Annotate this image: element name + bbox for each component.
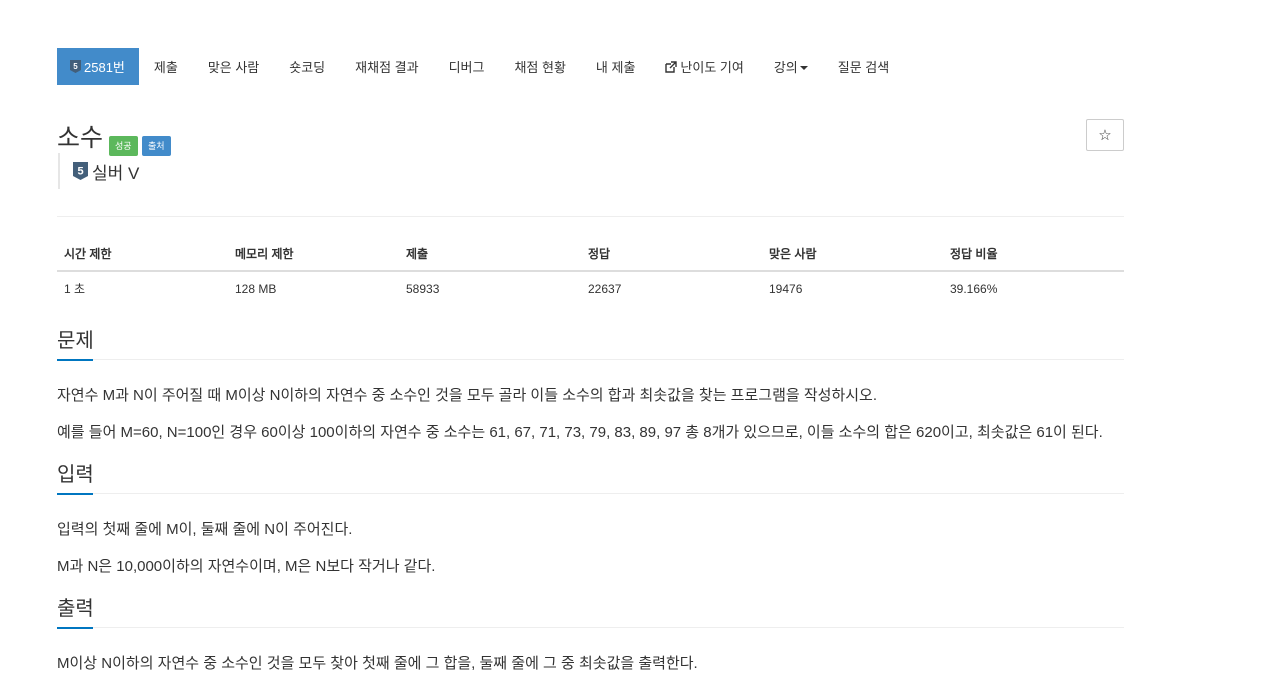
nav-submit-label: 제출 xyxy=(153,60,178,75)
nav-problem-number-label: 2581번 xyxy=(84,60,125,75)
nav-judge-status-label: 채점 현황 xyxy=(514,60,566,75)
input-heading-row: 입력 xyxy=(57,461,1124,495)
problem-title: 소수 xyxy=(57,124,104,152)
nav-difficulty-contribution[interactable]: 난이도 기여 xyxy=(650,48,758,85)
nav-debug-label: 디버그 xyxy=(448,60,485,75)
cell-time-limit: 1 초 xyxy=(64,282,86,296)
favorite-star-button[interactable]: ☆ xyxy=(1086,119,1124,151)
header-accepted-users: 맞은 사람 xyxy=(762,237,943,272)
nav-accepted-users[interactable]: 맞은 사람 xyxy=(193,48,274,85)
nav-accepted-users-label: 맞은 사람 xyxy=(207,60,260,75)
source-label[interactable]: 출처 xyxy=(142,136,171,156)
nav-short-coding[interactable]: 숏코딩 xyxy=(274,48,340,85)
star-icon: ☆ xyxy=(1098,127,1112,144)
description-paragraph: 예를 들어 M=60, N=100인 경우 60이상 100이하의 자연수 중 … xyxy=(57,424,1103,441)
output-heading: 출력 xyxy=(57,598,94,620)
nav-judge-status[interactable]: 채점 현황 xyxy=(499,48,580,85)
problem-menu: 5 2581번 제출 맞은 사람 숏코딩 재채점 결과 디버그 채점 현황 내 … xyxy=(57,48,1124,85)
description-heading-row: 문제 xyxy=(57,327,1124,361)
main-content: 5 2581번 제출 맞은 사람 숏코딩 재채점 결과 디버그 채점 현황 내 … xyxy=(57,48,1124,674)
output-paragraph: M이상 N이하의 자연수 중 소수인 것을 모두 찾아 첫째 줄에 그 합을, … xyxy=(57,655,698,672)
nav-question-search[interactable]: 질문 검색 xyxy=(823,48,904,85)
nav-my-submissions-label: 내 제출 xyxy=(595,60,636,75)
problem-title-row: 소수 성공 출처 ☆ xyxy=(57,119,1124,157)
tier-silver-badge-icon: 5 xyxy=(73,162,88,180)
problem-info-table: 시간 제한 메모리 제한 제출 정답 맞은 사람 정답 비율 1 초 128 M… xyxy=(57,237,1124,305)
success-label: 성공 xyxy=(109,136,138,156)
cell-memory-limit: 128 MB xyxy=(235,281,277,296)
nav-difficulty-contribution-label: 난이도 기여 xyxy=(680,60,744,75)
header-memory-limit: 메모리 제한 xyxy=(228,237,399,272)
svg-text:5: 5 xyxy=(73,62,78,71)
nav-lectures-label: 강의 xyxy=(773,60,798,75)
cell-accepted: 22637 xyxy=(588,281,622,296)
header-accepted: 정답 xyxy=(581,237,762,272)
header-accept-ratio: 정답 비율 xyxy=(943,237,1124,272)
external-link-icon xyxy=(665,60,678,73)
nav-rejudge-results[interactable]: 재채점 결과 xyxy=(340,48,433,85)
table-header-row: 시간 제한 메모리 제한 제출 정답 맞은 사람 정답 비율 xyxy=(57,237,1124,272)
problem-tier: 5 실버 V xyxy=(58,153,1124,189)
nav-problem-number[interactable]: 5 2581번 xyxy=(57,48,139,85)
nav-question-search-label: 질문 검색 xyxy=(837,60,890,75)
nav-my-submissions[interactable]: 내 제출 xyxy=(581,48,651,85)
nav-short-coding-label: 숏코딩 xyxy=(289,60,326,75)
output-heading-row: 출력 xyxy=(57,595,1124,629)
heading-underline xyxy=(57,493,93,495)
nav-rejudge-results-label: 재채점 결과 xyxy=(355,60,419,75)
table-row: 1 초 128 MB 58933 22637 19476 39.166% xyxy=(57,271,1124,305)
svg-text:5: 5 xyxy=(77,166,83,178)
bottom-fade xyxy=(0,680,1280,698)
description-heading: 문제 xyxy=(57,330,94,352)
caret-down-icon xyxy=(799,65,808,70)
cell-accept-ratio: 39.166% xyxy=(950,281,998,296)
input-paragraph: M과 N은 10,000이하의 자연수이며, M은 N보다 작거나 같다. xyxy=(57,558,436,575)
tier-silver-icon: 5 xyxy=(70,60,81,73)
heading-underline xyxy=(57,627,93,629)
nav-lectures-dropdown[interactable]: 강의 xyxy=(759,48,823,85)
header-submissions: 제출 xyxy=(399,237,581,272)
divider xyxy=(57,216,1124,217)
input-paragraph: 입력의 첫째 줄에 M이, 둘째 줄에 N이 주어진다. xyxy=(57,521,353,538)
cell-accepted-users: 19476 xyxy=(769,281,803,296)
nav-submit[interactable]: 제출 xyxy=(139,48,193,85)
heading-underline xyxy=(57,359,93,361)
cell-submissions: 58933 xyxy=(406,281,440,296)
header-time-limit: 시간 제한 xyxy=(57,237,228,272)
tier-text: 실버 V xyxy=(92,163,140,183)
input-heading: 입력 xyxy=(57,464,94,486)
nav-debug[interactable]: 디버그 xyxy=(434,48,500,85)
description-paragraph: 자연수 M과 N이 주어질 때 M이상 N이하의 자연수 중 소수인 것을 모두… xyxy=(57,387,878,404)
